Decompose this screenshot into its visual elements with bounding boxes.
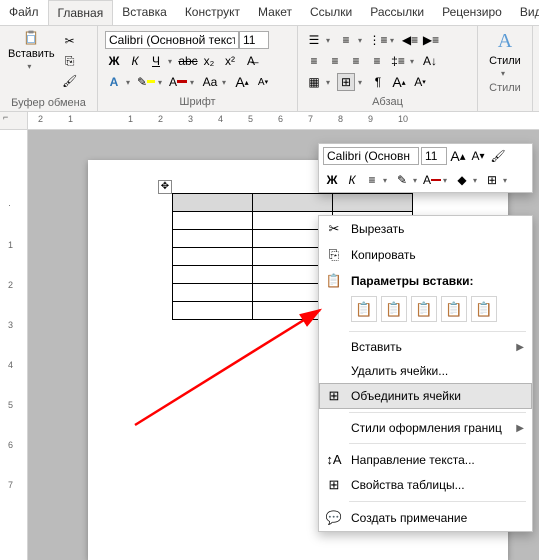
numbering-icon[interactable]: ≡	[337, 31, 355, 49]
horizontal-ruler[interactable]: ⌐ 21 123 456 789 10	[0, 112, 539, 130]
grow-font-icon[interactable]: A▴	[233, 73, 251, 91]
ctx-table-properties[interactable]: ⊞ Свойства таблицы...	[319, 472, 532, 498]
mini-toolbar: A▴ A▾ 🖌 Ж К ≡▾ ✎▾ A▾ ◆▾ ⊞▾	[318, 143, 533, 193]
font-color-icon[interactable]: A	[169, 73, 187, 91]
mini-borders-icon[interactable]: ⊞	[483, 171, 501, 189]
mini-shading-icon[interactable]: ◆	[453, 171, 471, 189]
clipboard-icon: 📋	[325, 273, 343, 289]
tab-layout[interactable]: Макет	[249, 0, 301, 25]
sort-icon[interactable]: A↓	[421, 52, 439, 70]
group-paragraph-label: Абзац	[302, 94, 473, 108]
group-styles-label: Стили	[482, 80, 528, 94]
ctx-paste-options-header: 📋 Параметры вставки:	[319, 268, 532, 294]
underline-button[interactable]: Ч	[147, 52, 165, 70]
mini-highlight-icon[interactable]: ✎	[393, 171, 411, 189]
tab-view[interactable]: Вид	[511, 0, 539, 25]
show-marks-icon[interactable]: ¶	[369, 73, 387, 91]
comment-icon: 💬	[325, 510, 343, 526]
tab-file[interactable]: Файл	[0, 0, 48, 25]
ctx-delete-cells[interactable]: Удалить ячейки...	[319, 359, 532, 383]
subscript-button[interactable]: x₂	[200, 52, 218, 70]
tab-review[interactable]: Рецензиро	[433, 0, 511, 25]
superscript-button[interactable]: x²	[221, 52, 239, 70]
shading-icon[interactable]: ▦	[305, 73, 323, 91]
decrease-indent-icon[interactable]: ◀≡	[401, 31, 419, 49]
chevron-right-icon: ▶	[516, 342, 524, 353]
table-icon: ⊞	[325, 477, 343, 493]
ctx-new-comment[interactable]: 💬 Создать примечание	[319, 505, 532, 531]
highlight-icon[interactable]: ✎	[137, 73, 155, 91]
format-painter-icon[interactable]: 🖌	[61, 72, 79, 90]
ctx-cut[interactable]: ✂ Вырезать	[319, 216, 532, 242]
align-left-icon[interactable]: ≡	[305, 52, 323, 70]
group-clipboard-label: Буфер обмена	[4, 95, 93, 109]
clear-format-icon[interactable]: A̶	[242, 52, 260, 70]
text-effects-icon[interactable]: A	[105, 73, 123, 91]
copy-icon[interactable]: ⎘	[61, 52, 79, 70]
mini-format-painter-icon[interactable]: 🖌	[489, 147, 507, 165]
multilevel-icon[interactable]: ⋮≡	[369, 31, 387, 49]
chevron-right-icon: ▶	[516, 423, 524, 434]
increase-indent-icon[interactable]: ▶≡	[422, 31, 440, 49]
tab-mailings[interactable]: Рассылки	[361, 0, 433, 25]
vertical-ruler[interactable]: ·12 345 67	[0, 130, 28, 560]
paste-button[interactable]: Вставить ▾	[4, 28, 59, 73]
mini-font-size[interactable]	[421, 147, 447, 165]
ribbon-tabs: Файл Главная Вставка Конструкт Макет Ссы…	[0, 0, 539, 26]
cut-icon[interactable]: ✂	[61, 32, 79, 50]
mini-italic[interactable]: К	[343, 171, 361, 189]
styles-button[interactable]: A Стили ▾	[482, 28, 528, 80]
mini-bold[interactable]: Ж	[323, 171, 341, 189]
mini-font-name[interactable]	[323, 147, 419, 165]
ctx-insert[interactable]: Вставить ▶	[319, 335, 532, 359]
bullets-icon[interactable]: ☰	[305, 31, 323, 49]
table-move-handle[interactable]: ✥	[158, 180, 172, 194]
paste-dest-icon[interactable]: 📋	[411, 296, 437, 322]
paste-text-icon[interactable]: 📋	[471, 296, 497, 322]
merge-cells-icon: ⊞	[325, 388, 343, 404]
paste-keep-source-icon[interactable]: 📋	[351, 296, 377, 322]
paste-merge-icon[interactable]: 📋	[381, 296, 407, 322]
ctx-merge-cells[interactable]: ⊞ Объединить ячейки	[319, 383, 532, 409]
align-right-icon[interactable]: ≡	[347, 52, 365, 70]
borders-icon[interactable]: ⊞	[337, 73, 355, 91]
grow-font2-icon[interactable]: A▴	[390, 73, 408, 91]
ribbon: Вставить ▾ ✂ ⎘ 🖌 Буфер обмена Ж К Ч▾ abc…	[0, 26, 539, 112]
strike-button[interactable]: abc	[179, 52, 197, 70]
tab-home[interactable]: Главная	[48, 0, 114, 25]
mini-font-color-icon[interactable]: A	[423, 171, 441, 189]
copy-icon: ⎘	[325, 247, 343, 263]
tab-references[interactable]: Ссылки	[301, 0, 361, 25]
shrink-font2-icon[interactable]: A▾	[411, 73, 429, 91]
text-direction-icon: ↕A	[325, 452, 343, 467]
tab-design[interactable]: Конструкт	[176, 0, 249, 25]
change-case-icon[interactable]: Aa	[201, 73, 219, 91]
mini-align-icon[interactable]: ≡	[363, 171, 381, 189]
scissors-icon: ✂	[325, 221, 343, 237]
italic-button[interactable]: К	[126, 52, 144, 70]
shrink-font-icon[interactable]: A▾	[254, 73, 272, 91]
mini-grow-icon[interactable]: A▴	[449, 147, 467, 165]
font-name-combo[interactable]	[105, 31, 239, 49]
align-center-icon[interactable]: ≡	[326, 52, 344, 70]
line-spacing-icon[interactable]: ‡≡	[389, 52, 407, 70]
bold-button[interactable]: Ж	[105, 52, 123, 70]
ctx-copy[interactable]: ⎘ Копировать	[319, 242, 532, 268]
paste-picture-icon[interactable]: 📋	[441, 296, 467, 322]
table-row	[173, 193, 413, 211]
context-menu: ✂ Вырезать ⎘ Копировать 📋 Параметры вста…	[318, 215, 533, 532]
ctx-border-styles[interactable]: Стили оформления границ ▶	[319, 416, 532, 440]
clipboard-icon	[23, 30, 39, 46]
tab-insert[interactable]: Вставка	[113, 0, 176, 25]
font-size-combo[interactable]	[239, 31, 269, 49]
ctx-text-direction[interactable]: ↕A Направление текста...	[319, 447, 532, 472]
justify-icon[interactable]: ≡	[368, 52, 386, 70]
group-font-label: Шрифт	[102, 94, 293, 108]
mini-shrink-icon[interactable]: A▾	[469, 147, 487, 165]
